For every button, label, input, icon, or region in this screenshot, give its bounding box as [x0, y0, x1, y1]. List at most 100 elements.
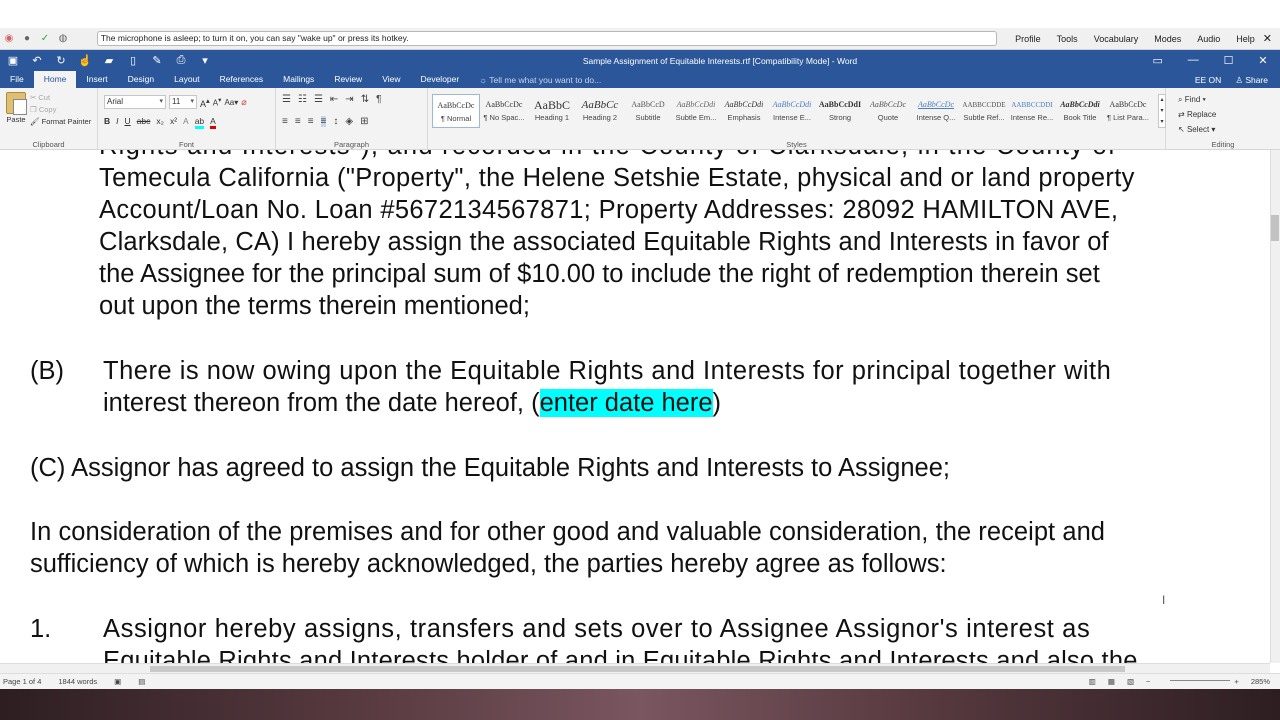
microphone-icon[interactable]: ●: [20, 32, 34, 46]
dragon-menu-audio[interactable]: Audio: [1189, 34, 1228, 44]
new-doc-icon[interactable]: ▯: [126, 54, 140, 67]
sort-icon[interactable]: ⇅: [361, 94, 369, 105]
maximize-icon[interactable]: ☐: [1224, 54, 1234, 67]
macro-record-icon[interactable]: ▤: [135, 677, 159, 686]
highlight-icon[interactable]: ab: [194, 116, 205, 129]
horizontal-scrollbar[interactable]: [0, 663, 1270, 673]
tab-review[interactable]: Review: [324, 71, 372, 88]
dragon-menu-vocabulary[interactable]: Vocabulary: [1086, 34, 1147, 44]
change-case-icon[interactable]: Aa▾: [224, 98, 238, 107]
strikethrough-icon[interactable]: abc: [137, 116, 151, 129]
undo-icon[interactable]: ↶: [30, 54, 44, 67]
multilevel-list-icon[interactable]: ☰: [314, 94, 323, 105]
show-marks-icon[interactable]: ¶: [376, 94, 381, 105]
style-quote[interactable]: AaBbCcDc Quote: [864, 94, 912, 128]
ribbon-display-icon[interactable]: ▭: [1152, 54, 1162, 67]
justify-icon[interactable]: ≡: [320, 116, 327, 127]
style-normal[interactable]: AaBbCcDc ¶ Normal: [432, 94, 480, 128]
zoom-in-icon[interactable]: +: [1234, 677, 1238, 686]
styles-scroll[interactable]: ▴ ▾ ▾: [1158, 94, 1166, 128]
shading-icon[interactable]: ◈: [345, 116, 353, 127]
select-button[interactable]: ↖ Select ▾: [1178, 122, 1216, 137]
decrease-indent-icon[interactable]: ⇤: [330, 94, 338, 105]
replace-button[interactable]: ⇄ Replace: [1178, 107, 1216, 122]
style-intense-quote[interactable]: AaBbCcDc Intense Q...: [912, 94, 960, 128]
shrink-font-icon[interactable]: A▾: [213, 96, 222, 108]
tab-file[interactable]: File: [0, 71, 34, 88]
style-heading-2[interactable]: AaBbCc Heading 2: [576, 94, 624, 128]
tab-insert[interactable]: Insert: [76, 71, 117, 88]
tab-design[interactable]: Design: [118, 71, 164, 88]
cut-button[interactable]: ✂ Cut: [30, 92, 91, 104]
print-layout-icon[interactable]: ▦: [1108, 677, 1115, 686]
horizontal-scroll-thumb[interactable]: [150, 666, 1125, 672]
tab-layout[interactable]: Layout: [164, 71, 210, 88]
redo-icon[interactable]: ↻: [54, 54, 68, 67]
dragon-menu-modes[interactable]: Modes: [1146, 34, 1189, 44]
clear-formatting-icon[interactable]: ⌀: [241, 97, 246, 108]
read-mode-icon[interactable]: ▥: [1089, 677, 1096, 686]
zoom-out-icon[interactable]: −: [1146, 677, 1150, 686]
borders-icon[interactable]: ⊞: [360, 116, 368, 127]
word-count[interactable]: 1844 words: [55, 677, 111, 686]
tab-developer[interactable]: Developer: [410, 71, 469, 88]
print-preview-icon[interactable]: ⎙: [174, 54, 188, 67]
tab-references[interactable]: References: [210, 71, 273, 88]
dragon-close-icon[interactable]: ✕: [1263, 32, 1280, 45]
style-intense-reference[interactable]: AABBCCDDI Intense Re...: [1008, 94, 1056, 128]
zoom-slider-track[interactable]: [1170, 680, 1230, 681]
dragon-menu-help[interactable]: Help: [1228, 34, 1263, 44]
underline-icon[interactable]: U: [125, 116, 131, 129]
share-button[interactable]: ♙ Share: [1235, 72, 1268, 88]
font-size-box[interactable]: 11: [169, 95, 197, 109]
font-name-box[interactable]: Arial: [104, 95, 166, 109]
touch-mode-icon[interactable]: ☝: [78, 54, 92, 67]
paste-button[interactable]: Paste: [4, 92, 28, 124]
page-count[interactable]: Page 1 of 4: [0, 677, 55, 686]
style-intense-emphasis[interactable]: AaBbCcDdi Intense E...: [768, 94, 816, 128]
style-subtitle[interactable]: AaBbCcD Subtitle: [624, 94, 672, 128]
zoom-level[interactable]: 285%: [1251, 677, 1270, 686]
proofing-icon[interactable]: ▣: [111, 677, 135, 686]
dragon-menu-tools[interactable]: Tools: [1049, 34, 1086, 44]
save-icon[interactable]: ▣: [6, 54, 20, 67]
style-subtle-emphasis[interactable]: AaBbCcDdi Subtle Em...: [672, 94, 720, 128]
open-icon[interactable]: ▰: [102, 54, 116, 67]
spelling-icon[interactable]: ✎: [150, 54, 164, 67]
tab-mailings[interactable]: Mailings: [273, 71, 324, 88]
vertical-scroll-thumb[interactable]: [1271, 215, 1279, 241]
style-heading-1[interactable]: AaBbC Heading 1: [528, 94, 576, 128]
style-emphasis[interactable]: AaBbCcDdi Emphasis: [720, 94, 768, 128]
dragon-menu-profile[interactable]: Profile: [1007, 34, 1049, 44]
line-spacing-icon[interactable]: ↕: [333, 116, 338, 127]
tell-me-box[interactable]: ☼ Tell me what you want to do...: [469, 72, 601, 88]
font-color-icon[interactable]: A: [210, 116, 216, 129]
increase-indent-icon[interactable]: ⇥: [345, 94, 353, 105]
close-icon[interactable]: ✕: [1258, 54, 1267, 67]
style-no-spacing[interactable]: AaBbCcDc ¶ No Spac...: [480, 94, 528, 128]
minimize-icon[interactable]: —: [1188, 54, 1199, 67]
document-page[interactable]: Rights and Interests"), and recorded in …: [0, 150, 1270, 663]
tab-home[interactable]: Home: [33, 71, 77, 88]
numbering-icon[interactable]: ☷: [298, 94, 307, 105]
text-effects-icon[interactable]: A: [183, 116, 189, 129]
align-left-icon[interactable]: ≡: [282, 116, 288, 127]
dragon-logo-icon[interactable]: ◉: [2, 32, 16, 46]
bullets-icon[interactable]: ☰: [282, 94, 291, 105]
style-book-title[interactable]: AaBbCcDdi Book Title: [1056, 94, 1104, 128]
style-subtle-reference[interactable]: AABBCCDDE Subtle Ref...: [960, 94, 1008, 128]
italic-icon[interactable]: I: [116, 116, 118, 129]
web-layout-icon[interactable]: ▧: [1127, 677, 1134, 686]
style-list-paragraph[interactable]: AaBbCcDc ¶ List Para...: [1104, 94, 1152, 128]
align-center-icon[interactable]: ≡: [295, 116, 301, 127]
copy-button[interactable]: ❐ Copy: [30, 104, 91, 116]
customize-qat-icon[interactable]: ▾: [198, 54, 212, 67]
user-initials[interactable]: EE ON: [1195, 72, 1221, 88]
superscript-icon[interactable]: x²: [170, 116, 177, 129]
grow-font-icon[interactable]: A▴: [200, 96, 210, 109]
bold-icon[interactable]: B: [104, 116, 110, 129]
format-painter-button[interactable]: 🖌 Format Painter: [30, 116, 91, 128]
volume-icon[interactable]: ◍: [56, 32, 70, 46]
align-right-icon[interactable]: ≡: [308, 116, 314, 127]
find-button[interactable]: ⌕ Find ▾: [1178, 92, 1216, 107]
